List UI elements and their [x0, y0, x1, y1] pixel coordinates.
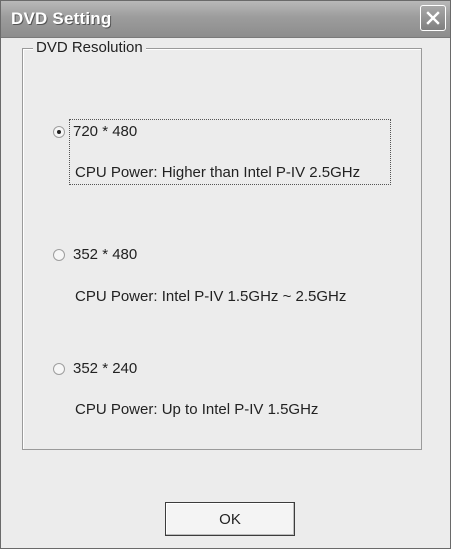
radio-label: 352 * 480: [73, 246, 138, 263]
option-description: CPU Power: Up to Intel P-IV 1.5GHz: [75, 401, 319, 418]
option-description: CPU Power: Higher than Intel P-IV 2.5GHz: [75, 164, 361, 181]
title-bar[interactable]: DVD Setting: [1, 1, 450, 38]
option-description: CPU Power: Intel P-IV 1.5GHz ~ 2.5GHz: [75, 288, 347, 305]
window-title: DVD Setting: [11, 9, 112, 28]
close-button[interactable]: [420, 5, 446, 31]
radio-option-720x480[interactable]: 720 * 480: [53, 123, 137, 140]
radio-button[interactable]: [53, 248, 65, 261]
radio-button[interactable]: [53, 362, 65, 375]
radio-label: 352 * 240: [73, 360, 138, 377]
radio-button-selected[interactable]: [53, 125, 65, 138]
radio-label: 720 * 480: [73, 123, 138, 140]
ok-button[interactable]: OK: [165, 502, 295, 536]
dvd-setting-dialog: DVD Setting DVD Resolution 720 * 480 CPU…: [0, 0, 451, 549]
radio-option-352x480[interactable]: 352 * 480: [53, 246, 137, 263]
close-icon: [425, 10, 441, 26]
radio-option-352x240[interactable]: 352 * 240: [53, 360, 137, 377]
group-label: DVD Resolution: [33, 39, 146, 56]
